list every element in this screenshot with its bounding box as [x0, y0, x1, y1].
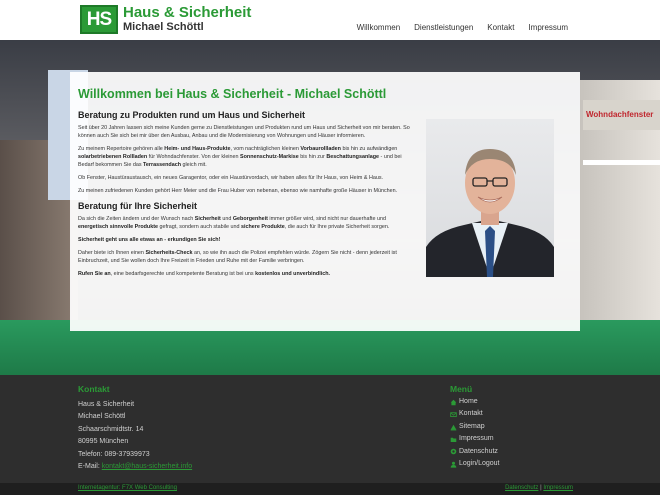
paragraph-check: Daher biete ich Ihnen einen Sicherheits-…	[78, 250, 397, 264]
privacy-icon	[450, 449, 457, 455]
footer-menu-impressum[interactable]: Impressum	[450, 433, 499, 445]
paragraph-security: Da sich die Zeiten ändern und der Wunsch…	[78, 216, 390, 230]
main-nav: Willkommen Dienstleistungen Kontakt Impr…	[343, 23, 568, 32]
legal-separator: |	[540, 485, 542, 491]
footer-menu-home[interactable]: Home	[450, 396, 499, 408]
section-title-products: Beratung zu Produkten rund um Haus und S…	[78, 110, 306, 120]
footer-menu-login[interactable]: Login/Logout	[450, 458, 499, 470]
envelope-icon	[450, 412, 457, 418]
legal-links: Datenschutz | Impressum	[505, 485, 573, 491]
contact-line: Michael Schöttl	[78, 413, 126, 421]
footer-menu-sitemap[interactable]: Sitemap	[450, 421, 499, 433]
hero-sign-strip	[583, 160, 660, 165]
home-icon	[450, 399, 457, 406]
site-footer: Kontakt Haus & Sicherheit Michael Schött…	[0, 375, 660, 483]
footer-menu: Home Kontakt Sitemap Impressum Datenschu…	[450, 396, 499, 470]
logo-mark[interactable]: HS	[80, 5, 118, 34]
footer-menu-title: Menü	[450, 384, 473, 394]
contact-line: Haus & Sicherheit	[78, 401, 135, 408]
paragraph-customers: Zu meinen zufriedenen Kunden gehört Herr…	[78, 188, 398, 194]
paragraph-intro: Seit über 20 Jahren lassen sich meine Ku…	[78, 125, 410, 139]
contact-line: Schaarschmidtstr. 14	[78, 425, 144, 433]
bottom-bar: Internetagentur: F7X Web Consulting Date…	[0, 483, 660, 495]
paragraph-products: Ob Fenster, Haustüraustausch, ein neues …	[78, 175, 384, 181]
contact-line: 80995 München	[78, 438, 129, 446]
hero-sign: Wohndachfenster	[583, 100, 660, 130]
section-title-security: Beratung für Ihre Sicherheit	[78, 201, 198, 211]
folder-icon	[450, 437, 457, 442]
paragraph-repertoire: Zu meinem Repertoire gehören alle Heim- …	[78, 146, 402, 168]
sitemap-icon	[450, 424, 457, 430]
footer-menu-datenschutz[interactable]: Datenschutz	[450, 446, 499, 458]
site-subtitle: Michael Schöttl	[123, 21, 204, 33]
content-card: Willkommen bei Haus & Sicherheit - Micha…	[70, 72, 580, 331]
site-title[interactable]: Haus & Sicherheit	[123, 4, 251, 21]
datenschutz-link[interactable]: Datenschutz	[505, 485, 538, 491]
paragraph-security-callout: Sicherheit geht uns alle etwas an - erku…	[78, 237, 221, 243]
nav-dienstleistungen[interactable]: Dienstleistungen	[414, 23, 473, 32]
page-title: Willkommen bei Haus & Sicherheit - Micha…	[78, 87, 387, 101]
nav-kontakt[interactable]: Kontakt	[487, 23, 514, 32]
contact-line: Telefon: 089-37939973	[78, 450, 150, 458]
agency-link[interactable]: Internetagentur: F7X Web Consulting	[78, 485, 177, 491]
contact-email-line: E-Mail: kontakt@haus-sicherheit.info	[78, 463, 193, 471]
email-link[interactable]: kontakt@haus-sicherheit.info	[102, 463, 192, 470]
impressum-link[interactable]: Impressum	[543, 485, 573, 491]
content-column: Beratung zu Produkten rund um Haus und S…	[78, 110, 410, 283]
footer-contact-title: Kontakt	[78, 384, 110, 394]
site-header: HS Haus & Sicherheit Michael Schöttl Wil…	[0, 0, 660, 40]
paragraph-call: Rufen Sie an, eine bedarfsgerechte und k…	[78, 271, 330, 277]
nav-impressum[interactable]: Impressum	[528, 23, 568, 32]
portrait-photo	[426, 119, 554, 277]
footer-menu-kontakt[interactable]: Kontakt	[450, 408, 499, 420]
footer-contact: Haus & Sicherheit Michael Schöttl Schaar…	[78, 399, 192, 473]
user-icon	[450, 461, 457, 468]
portrait-illustration	[426, 149, 554, 277]
nav-willkommen[interactable]: Willkommen	[357, 23, 401, 32]
